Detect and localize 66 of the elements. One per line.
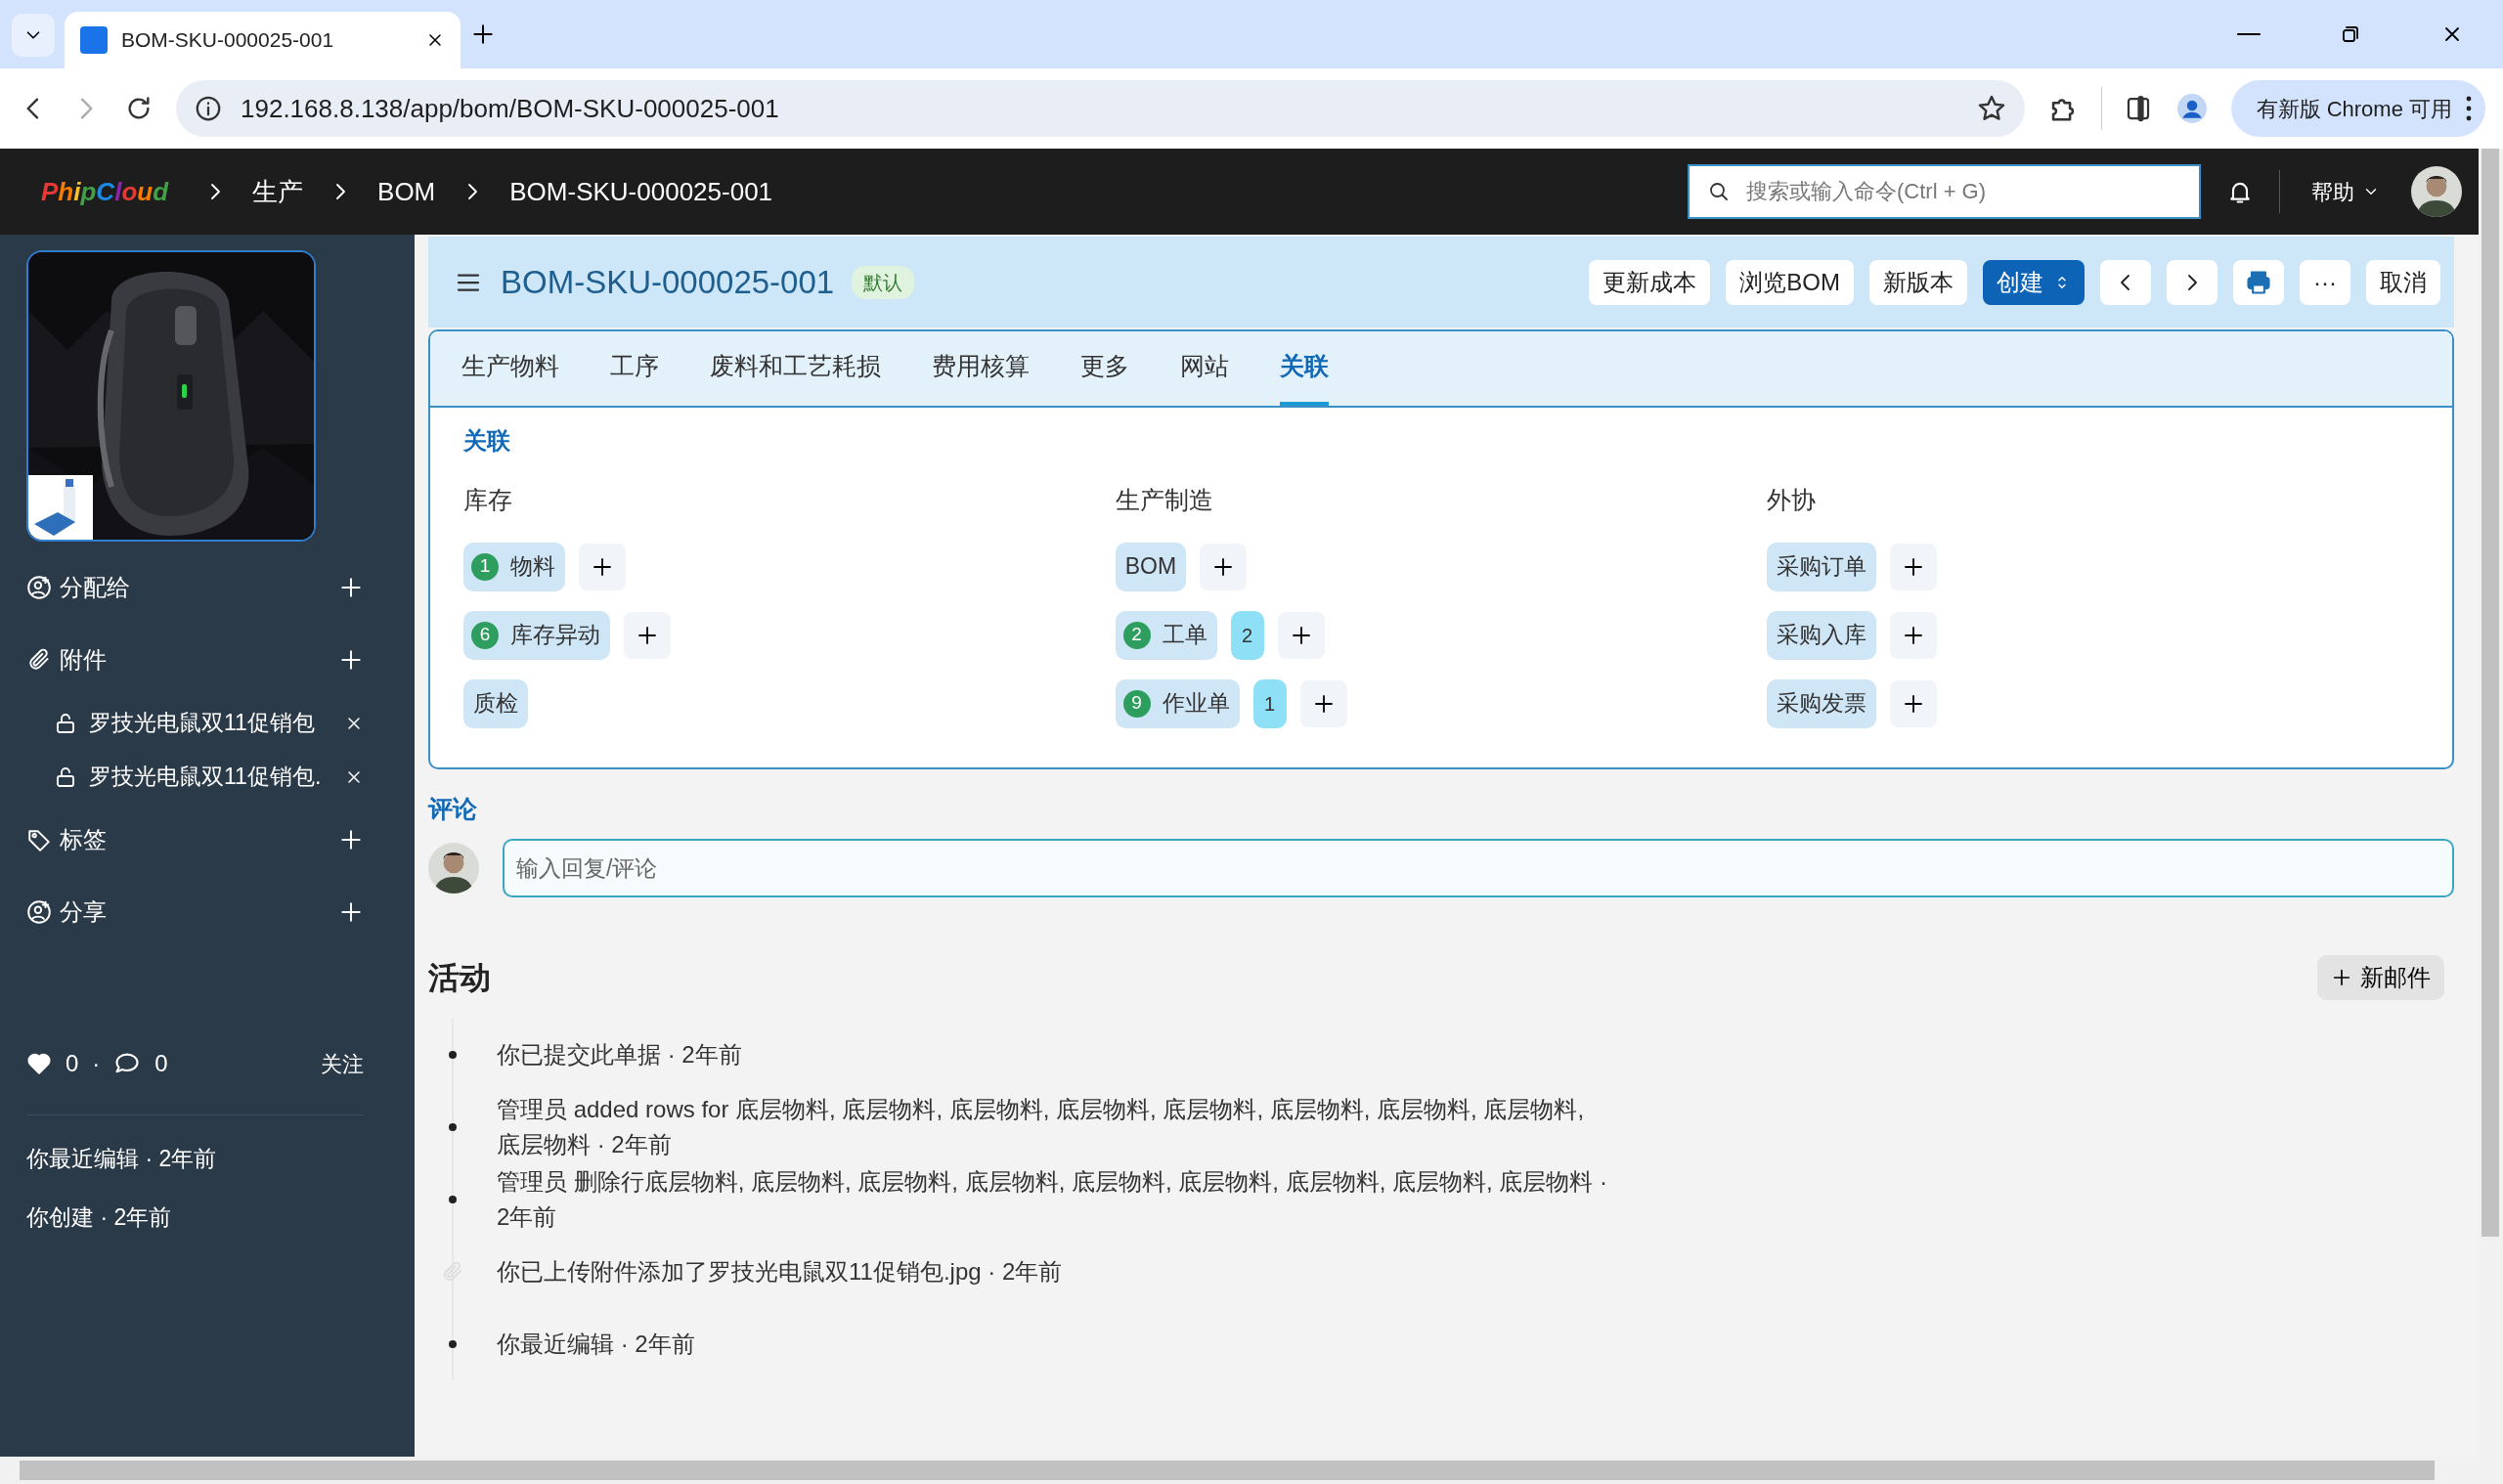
sidebar-label: 附件 xyxy=(60,645,107,675)
history-text: 你创建 · 2年前 xyxy=(26,1202,173,1232)
group-title: 库存 xyxy=(463,485,513,515)
count-badge: 2 xyxy=(1122,621,1151,649)
activity-text: 管理员 删除行底层物料, 底层物料, 底层物料, 底层物料, 底层物料, 底层物料, 底层物料, 底层物料, 底层物料 · 2年前 xyxy=(497,1167,1608,1232)
comment-field[interactable]: 输入回复/评论 xyxy=(503,839,2454,897)
attachment-link[interactable]: 罗技光电鼠双11促销包. xyxy=(89,760,332,794)
separator-dot: · xyxy=(92,1049,101,1078)
url-text: 192.168.8.138/app/bom/BOM-SKU-000025-001 xyxy=(241,92,780,125)
link-chip[interactable]: 2 工单 xyxy=(1115,610,1217,660)
link-chip[interactable]: BOM xyxy=(1115,542,1187,591)
breadcrumb-link[interactable]: BOM xyxy=(377,172,436,211)
link-chip[interactable]: 采购订单 xyxy=(1767,542,1877,591)
update-chrome-button[interactable]: 有新版 Chrome 可用 xyxy=(2230,80,2485,137)
help-menu[interactable]: 帮助 xyxy=(2305,174,2386,209)
link-chip[interactable]: 9 作业单 xyxy=(1115,678,1240,728)
history-text: 你最近编辑 · 2年前 xyxy=(26,1144,218,1173)
breadcrumb-link[interactable]: BOM-SKU-000025-001 xyxy=(509,172,773,211)
logo[interactable]: PhipCloud xyxy=(41,172,169,211)
activity-text: 你已上传附件添加了罗技光电鼠双11促销包.jpg · 2年前 xyxy=(497,1257,1063,1287)
activity-text: 管理员 added rows for 底层物料, 底层物料, 底层物料, 底层物料, 底层物料, 底层物料, 底层物料, 底层物料, 底层物料 · 2年前 xyxy=(497,1095,1586,1159)
link-chip[interactable]: 采购发票 xyxy=(1767,678,1877,728)
comment-count: 0 xyxy=(154,1049,168,1078)
activity-heading: 活动 xyxy=(428,959,491,997)
tab-title: BOM-SKU-000025-001 xyxy=(121,27,335,54)
attachment-link[interactable]: 罗技光电鼠双11促销包 xyxy=(89,706,332,740)
section-heading: 关联 xyxy=(463,426,511,456)
sidebar-label: 标签 xyxy=(60,825,107,854)
activity-text: 你已提交此单据 · 2年前 xyxy=(497,1040,742,1069)
count-badge: 6 xyxy=(471,621,499,649)
group-title: 生产制造 xyxy=(1115,485,1214,515)
tab[interactable]: 网站 xyxy=(1180,331,1229,406)
link-chip[interactable]: 采购入库 xyxy=(1767,610,1877,660)
link-chip[interactable]: 6 库存异动 xyxy=(463,610,610,660)
link-chip[interactable]: 质检 xyxy=(463,678,528,728)
group-title: 外协 xyxy=(1767,485,1818,515)
open-count-badge: 2 xyxy=(1230,610,1264,660)
count-badge: 1 xyxy=(471,552,499,581)
like-count: 0 xyxy=(66,1049,79,1078)
activity-text: 你最近编辑 · 2年前 xyxy=(497,1330,695,1359)
breadcrumb-link[interactable]: 生产 xyxy=(252,172,304,211)
status-badge: 默认 xyxy=(852,265,915,299)
tab[interactable]: 费用核算 xyxy=(932,331,1030,406)
new-email-button[interactable]: 新邮件 xyxy=(2317,955,2444,1000)
tab[interactable]: 更多 xyxy=(1080,331,1129,406)
address-bar[interactable]: 192.168.8.138/app/bom/BOM-SKU-000025-001 xyxy=(176,80,2025,137)
tab[interactable]: 生产物料 xyxy=(461,331,559,406)
search-field[interactable]: 搜索或输入命令(Ctrl + G) xyxy=(1688,164,2201,219)
open-count-badge: 1 xyxy=(1252,678,1287,728)
follow-link[interactable]: 关注 xyxy=(321,1047,364,1080)
create-button[interactable]: 创建 xyxy=(1983,259,2085,305)
link-chip[interactable]: 1 物料 xyxy=(463,542,565,591)
toolbar-button[interactable]: 浏览BOM xyxy=(1726,259,1854,305)
count-badge: 9 xyxy=(1122,689,1151,718)
document-title: BOM-SKU-000025-001 xyxy=(501,262,835,302)
comments-heading: 评论 xyxy=(428,793,478,824)
sidebar-label: 分配给 xyxy=(60,573,130,602)
tab[interactable]: 关联 xyxy=(1280,331,1329,406)
browser-tab[interactable]: BOM-SKU-000025-001 xyxy=(65,12,461,68)
sidebar-label: 分享 xyxy=(60,897,107,927)
toolbar-button[interactable]: 新版本 xyxy=(1869,259,1967,305)
toolbar-button[interactable]: ··· xyxy=(2300,259,2350,305)
tab[interactable]: 工序 xyxy=(610,331,659,406)
tab[interactable]: 废料和工艺耗损 xyxy=(710,331,881,406)
toolbar-button[interactable]: 更新成本 xyxy=(1589,259,1711,305)
toolbar-button[interactable]: 取消 xyxy=(2366,259,2440,305)
